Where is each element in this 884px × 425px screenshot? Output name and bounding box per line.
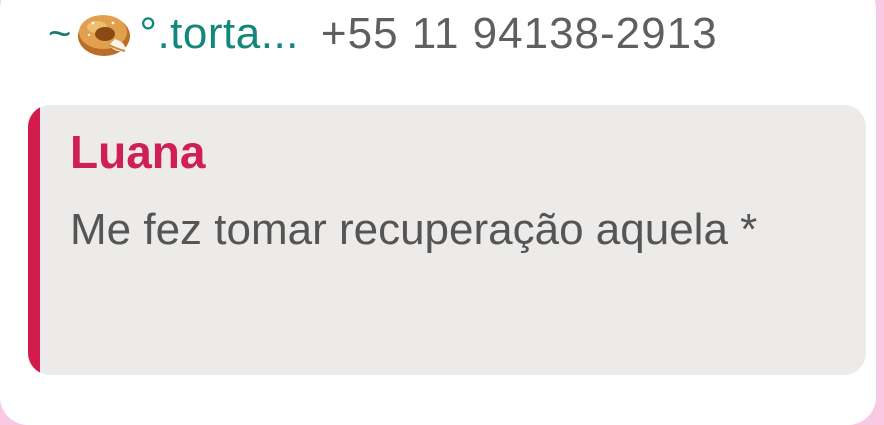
quote-author: Luana (70, 126, 206, 178)
bagel-emoji-icon (78, 15, 131, 56)
message-bubble: ~ °.torta... +55 11 94138-2913 Luana Me … (0, 0, 876, 425)
sender-name[interactable]: °.torta... (139, 9, 299, 59)
quote-text: Me fez tomar recuperação aquela * (70, 205, 758, 254)
quote-accent-bar (28, 105, 40, 375)
sender-phone[interactable]: +55 11 94138-2913 (321, 9, 718, 59)
quoted-message[interactable]: Luana Me fez tomar recuperação aquela * (28, 105, 866, 375)
sender-header[interactable]: ~ °.torta... +55 11 94138-2913 (48, 6, 718, 62)
sender-tilde: ~ (48, 11, 72, 56)
